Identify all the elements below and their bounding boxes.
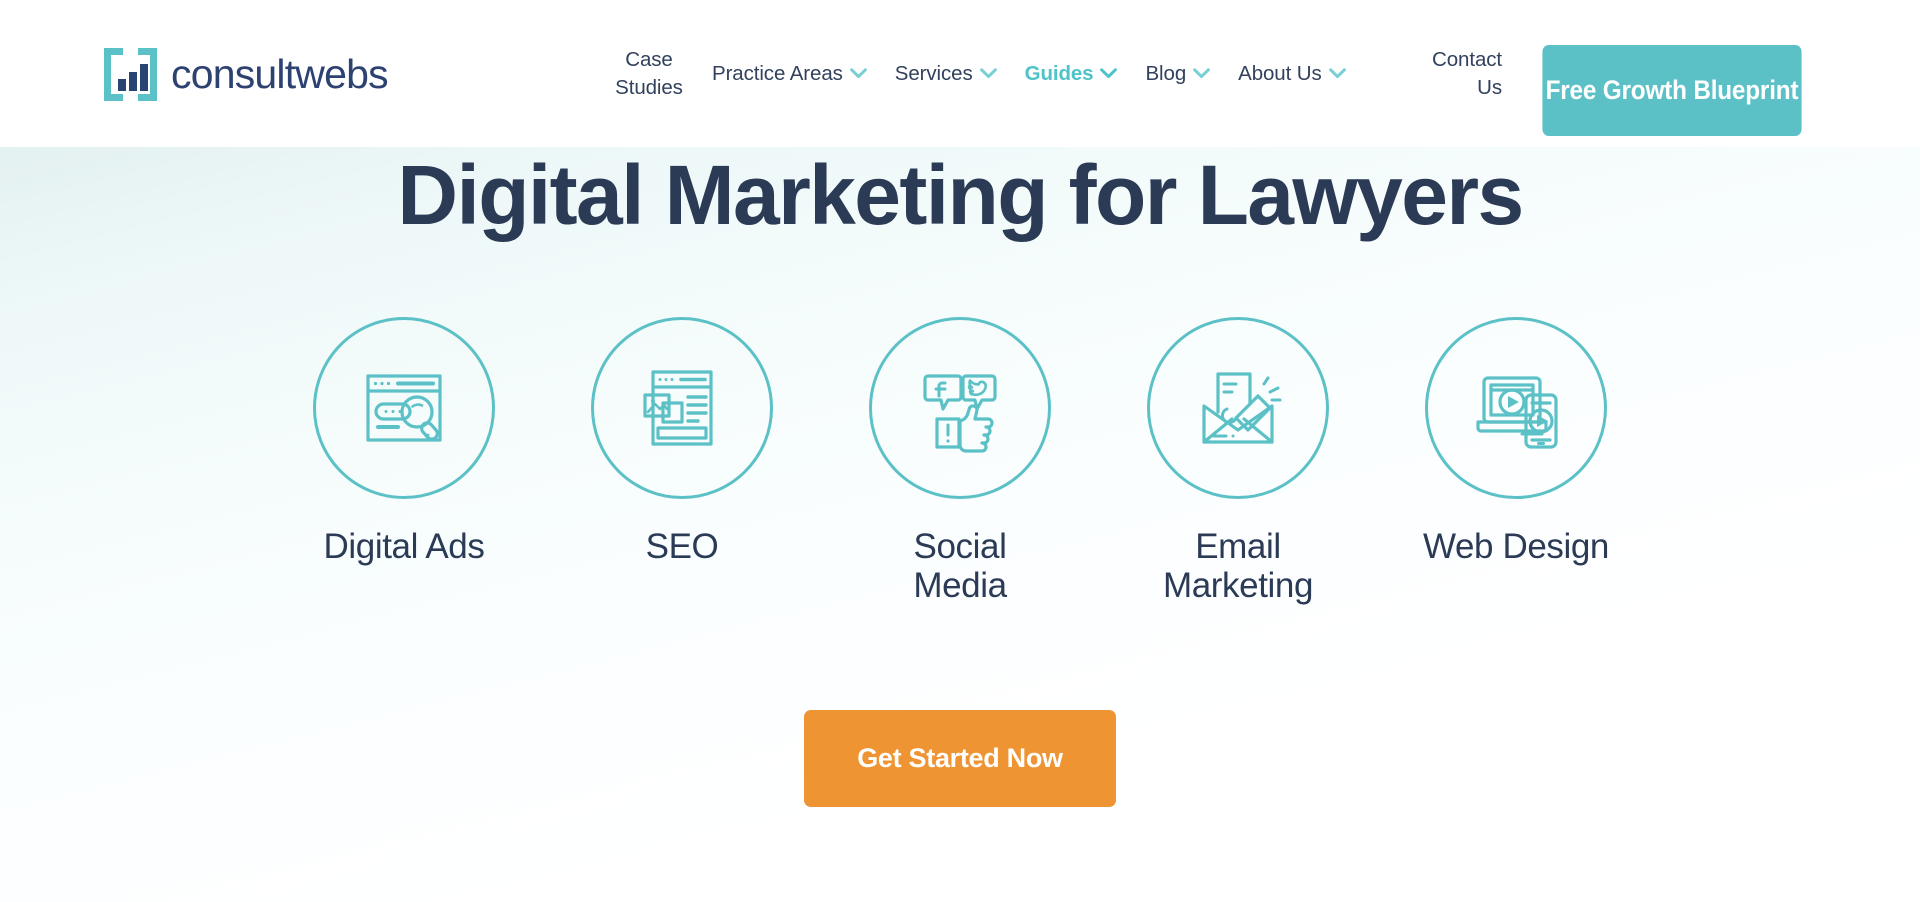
nav-item-blog[interactable]: Blog xyxy=(1131,60,1224,88)
service-item-seo[interactable]: SEO xyxy=(588,317,776,566)
nav-item-services[interactable]: Services xyxy=(881,60,1011,88)
webpage-content-layout-icon xyxy=(643,370,713,446)
site-header: consultwebs Case Studies Practice Areas … xyxy=(0,0,1920,147)
nav-label: Services xyxy=(894,61,973,85)
nav-label: Practice Areas xyxy=(712,61,843,85)
free-growth-blueprint-button[interactable]: Free Growth Blueprint xyxy=(1542,45,1802,136)
get-started-now-button[interactable]: Get Started Now xyxy=(804,710,1116,807)
service-label: Email Marketing xyxy=(1162,527,1314,606)
chevron-down-icon xyxy=(1193,68,1211,79)
service-icon-circle xyxy=(1425,317,1607,499)
service-label: Digital Ads xyxy=(323,527,485,566)
chevron-down-icon xyxy=(1100,68,1118,79)
chevron-down-icon xyxy=(849,68,867,79)
nav-item-case-studies[interactable]: Case Studies xyxy=(600,46,698,101)
envelope-megaphone-icon xyxy=(1202,372,1282,444)
browser-search-ad-icon xyxy=(366,374,442,442)
laptop-phone-play-icon xyxy=(1476,376,1558,449)
service-label: SEO xyxy=(645,527,719,566)
nav-label: Guides xyxy=(1024,61,1094,85)
chevron-down-icon xyxy=(1328,68,1346,79)
primary-navigation: Case Studies Practice Areas Services Gui… xyxy=(600,0,1360,147)
service-icon-circle xyxy=(591,317,773,499)
nav-label: Blog xyxy=(1145,61,1187,85)
page-title: Digital Marketing for Lawyers xyxy=(397,148,1524,242)
page-root: consultwebs Case Studies Practice Areas … xyxy=(0,0,1920,902)
logo-wordmark: consultwebs xyxy=(171,51,389,97)
service-icon-circle xyxy=(1147,317,1329,499)
service-item-digital-ads[interactable]: Digital Ads xyxy=(310,317,498,566)
nav-item-guides[interactable]: Guides xyxy=(1011,60,1132,88)
service-icon-circle xyxy=(869,317,1051,499)
service-item-social-media[interactable]: Social Media xyxy=(866,317,1054,605)
service-icon-circle xyxy=(313,317,495,499)
nav-label: Case Studies xyxy=(615,47,683,99)
chevron-down-icon xyxy=(979,68,997,79)
nav-item-about-us[interactable]: About Us xyxy=(1224,60,1360,88)
social-bubbles-thumbsup-icon xyxy=(923,374,997,453)
services-list: Digital Ads SEO Social Media Email Marke… xyxy=(310,317,1610,605)
nav-item-practice-areas[interactable]: Practice Areas xyxy=(698,60,881,88)
nav-item-contact-us[interactable]: Contact Us xyxy=(1410,0,1502,147)
service-label: Web Design xyxy=(1422,527,1609,566)
nav-label: About Us xyxy=(1238,61,1322,85)
bar-chart-bracket-icon xyxy=(104,48,157,101)
hero-section: Digital Marketing for Lawyers Digital Ad… xyxy=(0,147,1920,902)
nav-label: Contact Us xyxy=(1432,47,1502,99)
service-item-web-design[interactable]: Web Design xyxy=(1422,317,1610,566)
hero-cta-container: Get Started Now xyxy=(0,710,1920,807)
service-label: Social Media xyxy=(913,527,1007,606)
site-logo[interactable]: consultwebs xyxy=(104,48,389,101)
service-item-email-marketing[interactable]: Email Marketing xyxy=(1144,317,1332,605)
